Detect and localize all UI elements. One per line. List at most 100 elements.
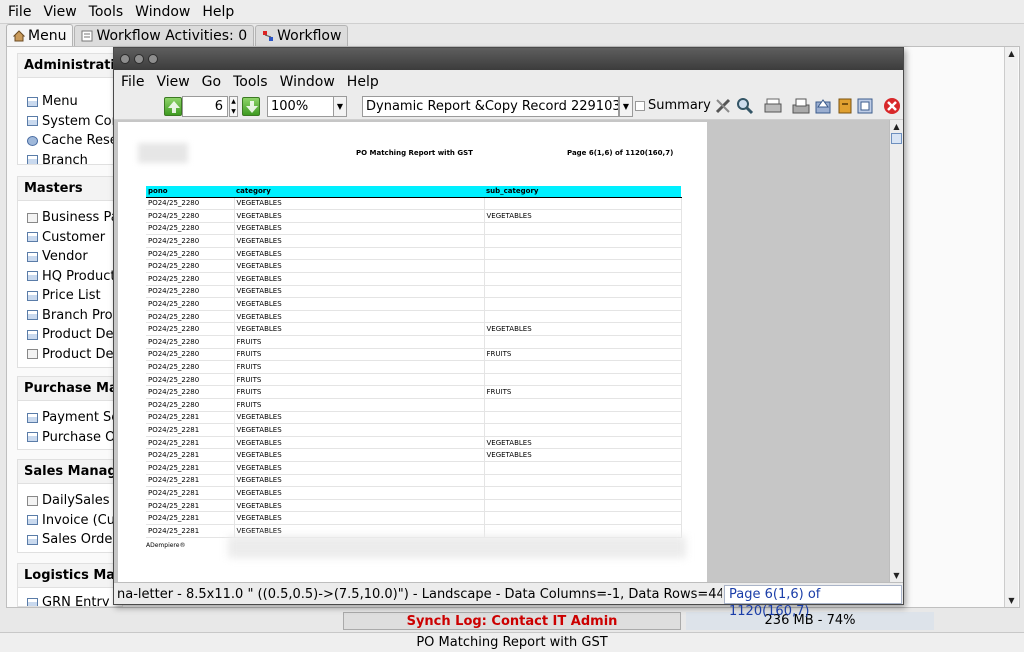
next-page-button[interactable] — [242, 97, 260, 116]
window-icon — [27, 251, 38, 262]
menu-item-branch-product[interactable]: Branch Prod — [18, 306, 122, 326]
group-title[interactable]: Logistics Mai — [18, 564, 122, 588]
report-menu-tools[interactable]: Tools — [230, 74, 277, 90]
cell-category: FRUITS — [234, 373, 485, 387]
cell-pono: PO24/25_2281 — [146, 474, 235, 488]
group-title[interactable]: Sales Manag — [18, 460, 122, 484]
app-menubar: File View Tools Window Help — [0, 0, 1024, 24]
previous-page-button[interactable] — [164, 97, 182, 116]
scroll-down-icon[interactable]: ▼ — [1005, 594, 1018, 607]
menu-file[interactable]: File — [4, 4, 39, 20]
cell-pono: PO24/25_2280 — [146, 259, 235, 274]
tab-workflow-activities[interactable]: Workflow Activities: 0 — [74, 25, 255, 46]
page-spinner[interactable]: ▲ ▼ — [229, 96, 238, 117]
menu-help[interactable]: Help — [198, 4, 242, 20]
report-menu-window[interactable]: Window — [277, 74, 344, 90]
menu-item-branch[interactable]: Branch — [18, 151, 122, 164]
maximize-window-icon[interactable] — [148, 54, 158, 64]
column-header-sub-category[interactable]: sub_category — [484, 186, 681, 198]
cell-pono: PO24/25_2280 — [146, 222, 235, 236]
chevron-down-icon[interactable]: ▼ — [619, 96, 633, 117]
report-scrollbar[interactable]: ▲ ▼ — [889, 120, 903, 582]
report-menu-go[interactable]: Go — [199, 74, 230, 90]
cell-pono: PO24/25_2280 — [146, 398, 235, 412]
menu-item-product-department[interactable]: Product Dep — [18, 325, 122, 345]
report-select[interactable]: Dynamic Report &Copy Record 2291032 — [362, 96, 619, 117]
report-menu-help[interactable]: Help — [344, 74, 388, 90]
menu-item-daily-sales[interactable]: DailySales T — [18, 491, 122, 511]
cell-sub-category — [484, 499, 682, 513]
menu-item-payment-selection[interactable]: Payment Se — [18, 408, 122, 428]
cell-sub-category — [484, 285, 682, 299]
cell-pono: PO24/25_2280 — [146, 209, 235, 223]
menu-scrollbar[interactable]: ▲ ▼ — [1004, 47, 1018, 607]
menu-item-hq-product[interactable]: HQ Product — [18, 267, 122, 287]
column-header-category[interactable]: category — [234, 186, 484, 198]
cell-sub-category: FRUITS — [484, 348, 682, 362]
report-icon[interactable] — [856, 97, 874, 115]
customize-icon[interactable] — [714, 97, 732, 115]
column-header-pono[interactable]: pono — [146, 186, 234, 198]
item-label: HQ Product — [42, 268, 116, 284]
tab-workflow[interactable]: Workflow — [255, 25, 349, 46]
document-icon — [27, 495, 38, 506]
menu-item-grn-entry[interactable]: GRN Entry — [18, 593, 122, 606]
print-icon[interactable] — [764, 97, 782, 115]
document-icon — [27, 212, 38, 223]
group-title[interactable]: Administratio — [18, 54, 122, 78]
arrow-up-icon — [168, 101, 180, 113]
chevron-down-icon[interactable]: ▼ — [333, 96, 347, 117]
table-row: PO24/25_2280 VEGETABLES — [146, 247, 682, 261]
close-icon[interactable] — [883, 97, 901, 115]
report-menu-file[interactable]: File — [118, 74, 153, 90]
report-menu-view[interactable]: View — [153, 74, 198, 90]
scroll-up-icon[interactable]: ▲ — [1005, 47, 1018, 60]
scroll-up-icon[interactable]: ▲ — [890, 120, 903, 133]
window-icon — [27, 329, 38, 340]
group-title[interactable]: Masters — [18, 177, 122, 201]
menu-tools[interactable]: Tools — [85, 4, 132, 20]
group-title[interactable]: Purchase Ma — [18, 377, 122, 401]
table-row: PO24/25_2281 VEGETABLES — [146, 411, 682, 425]
menu-item-business-partner[interactable]: Business Pa — [18, 208, 122, 228]
zoom-search-icon[interactable] — [736, 97, 754, 115]
cell-sub-category — [484, 474, 682, 488]
cell-sub-category — [484, 247, 682, 261]
synch-log-button[interactable]: Synch Log: Contact IT Admin — [343, 612, 681, 630]
tab-menu[interactable]: Menu — [6, 24, 74, 46]
menu-item-cache-reset[interactable]: Cache Rese — [18, 131, 122, 151]
minimize-window-icon[interactable] — [134, 54, 144, 64]
menu-item-invoice-customer[interactable]: Invoice (Cus — [18, 511, 122, 531]
menu-item-system-config[interactable]: System Cor — [18, 112, 122, 132]
scroll-thumb[interactable] — [891, 133, 902, 144]
archive-icon[interactable] — [836, 97, 854, 115]
menu-item-purchase-order[interactable]: Purchase Or — [18, 428, 122, 448]
status-paper-info: na-letter - 8.5x11.0 " ((0.5,0.5)->(7.5,… — [117, 587, 722, 602]
item-label: Branch Prod — [42, 307, 121, 323]
menu-item-menu[interactable]: Menu — [18, 92, 122, 112]
cell-pono: PO24/25_2280 — [146, 310, 235, 324]
cell-pono: PO24/25_2281 — [146, 436, 235, 450]
window-icon — [27, 96, 38, 107]
scroll-down-icon[interactable]: ▼ — [890, 569, 903, 582]
menu-item-product-detail[interactable]: Product Det — [18, 345, 122, 365]
page-number-field[interactable]: 6 — [182, 96, 228, 117]
export-icon[interactable] — [792, 97, 810, 115]
table-row: PO24/25_2280 VEGETABLES — [146, 272, 682, 286]
menu-item-price-list[interactable]: Price List — [18, 286, 122, 306]
menu-item-customer[interactable]: Customer — [18, 228, 122, 248]
summary-checkbox[interactable] — [635, 101, 645, 111]
cell-pono: PO24/25_2281 — [146, 423, 235, 437]
menu-item-sales-order[interactable]: Sales Order — [18, 530, 122, 550]
cell-category: VEGETABLES — [234, 247, 485, 261]
send-icon[interactable] — [814, 97, 832, 115]
menu-view[interactable]: View — [39, 4, 84, 20]
cell-pono: PO24/25_2281 — [146, 461, 235, 475]
menu-window[interactable]: Window — [131, 4, 198, 20]
item-label: Product Dep — [42, 327, 122, 343]
group-purchase: Purchase Ma Payment Se Purchase Or — [17, 376, 123, 450]
report-window-titlebar[interactable] — [114, 48, 903, 70]
menu-item-vendor[interactable]: Vendor — [18, 247, 122, 267]
close-window-icon[interactable] — [120, 54, 130, 64]
gear-icon — [27, 135, 38, 146]
